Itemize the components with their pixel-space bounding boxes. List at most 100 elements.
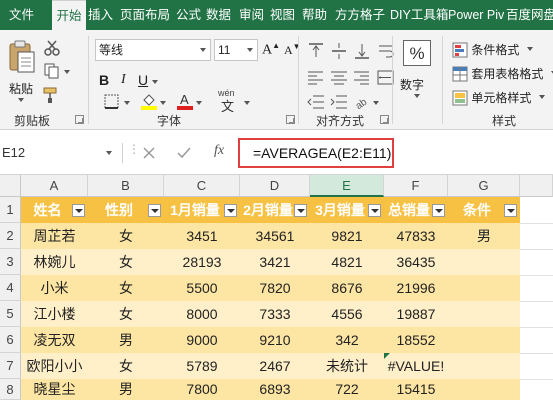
- table-cell[interactable]: 8676: [310, 275, 384, 301]
- decrease-indent-icon[interactable]: [307, 94, 325, 110]
- align-right-icon[interactable]: [353, 70, 371, 86]
- formula-input[interactable]: =AVERAGEA(E2:E11): [253, 143, 391, 163]
- table-cell[interactable]: [448, 275, 520, 301]
- column-header-f[interactable]: F: [384, 175, 448, 197]
- column-header-b[interactable]: B: [88, 175, 164, 197]
- formula-bar-grip[interactable]: ⋮: [128, 143, 140, 155]
- alignment-dialog-launcher[interactable]: [380, 115, 389, 124]
- table-cell[interactable]: 5789: [164, 353, 240, 379]
- tab-insert[interactable]: 插入: [88, 0, 113, 30]
- column-header-e[interactable]: E: [310, 175, 384, 197]
- row-header-7[interactable]: 7: [0, 353, 21, 379]
- conditional-formatting-button[interactable]: 条件格式: [452, 39, 533, 59]
- fill-color-icon[interactable]: [140, 92, 158, 110]
- number-format-button[interactable]: % 数字: [397, 38, 437, 104]
- font-color-dropdown-icon[interactable]: [196, 101, 202, 105]
- table-cell[interactable]: 722: [310, 379, 384, 400]
- table-cell[interactable]: 男: [448, 223, 520, 249]
- orientation-dropdown-icon[interactable]: [373, 101, 379, 105]
- middle-align-icon[interactable]: [330, 42, 348, 60]
- row-header-2[interactable]: 2: [0, 223, 21, 249]
- table-cell[interactable]: 9210: [240, 327, 310, 353]
- error-indicator-icon[interactable]: [384, 353, 390, 359]
- table-cell[interactable]: 7333: [240, 301, 310, 327]
- tab-help[interactable]: 帮助: [302, 0, 327, 30]
- tab-power-pivot[interactable]: Power Pivot: [448, 0, 504, 30]
- tab-fangfang-gezi[interactable]: 方方格子: [335, 0, 385, 30]
- table-cell[interactable]: 3421: [240, 249, 310, 275]
- tab-diy-toolbox[interactable]: DIY工具箱: [390, 0, 448, 30]
- cell-styles-button[interactable]: 单元格样式: [452, 87, 545, 107]
- underline-icon[interactable]: U: [138, 72, 148, 88]
- table-cell[interactable]: [448, 353, 520, 379]
- table-cell[interactable]: 8000: [164, 301, 240, 327]
- column-header-d[interactable]: D: [240, 175, 310, 197]
- table-cell[interactable]: #VALUE!: [384, 353, 448, 379]
- table-cell[interactable]: 4556: [310, 301, 384, 327]
- paste-dropdown-icon[interactable]: [18, 98, 24, 102]
- cancel-icon[interactable]: [142, 146, 156, 160]
- table-cell[interactable]: 周芷若: [21, 223, 88, 249]
- table-cell[interactable]: 小米: [21, 275, 88, 301]
- tab-view[interactable]: 视图: [270, 0, 295, 30]
- table-cell[interactable]: 5500: [164, 275, 240, 301]
- table-cell[interactable]: [448, 301, 520, 327]
- enter-icon[interactable]: [176, 146, 192, 160]
- column-header-a[interactable]: A: [21, 175, 88, 197]
- filter-dropdown-icon[interactable]: [432, 203, 445, 217]
- filter-dropdown-icon[interactable]: [294, 203, 307, 217]
- table-cell[interactable]: 男: [88, 327, 164, 353]
- row-header-5[interactable]: 5: [0, 301, 21, 327]
- row-header-4[interactable]: 4: [0, 275, 21, 301]
- tab-formulas[interactable]: 公式: [176, 0, 201, 30]
- row-header-8[interactable]: 8: [0, 379, 21, 400]
- orientation-icon[interactable]: ab: [353, 92, 371, 110]
- chevron-down-icon[interactable]: [196, 40, 210, 60]
- chevron-down-icon[interactable]: [243, 40, 257, 60]
- worksheet-grid[interactable]: A B C D E F G 1 2 3 4 5 6 7 8 姓名 性别 1月销量 2月销量 3月销量 总销量 条件 周芷若女…: [0, 175, 553, 400]
- format-painter-icon[interactable]: [43, 86, 61, 104]
- table-cell[interactable]: [448, 249, 520, 275]
- align-center-icon[interactable]: [330, 70, 348, 86]
- table-cell[interactable]: 欧阳小小: [21, 353, 88, 379]
- format-as-table-button[interactable]: 套用表格格式: [452, 63, 553, 83]
- table-cell[interactable]: 未统计: [310, 353, 384, 379]
- filter-dropdown-icon[interactable]: [148, 203, 161, 217]
- table-cell[interactable]: 9000: [164, 327, 240, 353]
- table-cell[interactable]: 3451: [164, 223, 240, 249]
- filter-dropdown-icon[interactable]: [72, 203, 85, 217]
- font-size-combo[interactable]: 11: [214, 39, 258, 61]
- table-cell[interactable]: 女: [88, 275, 164, 301]
- borders-icon[interactable]: [104, 94, 120, 110]
- table-cell[interactable]: 47833: [384, 223, 448, 249]
- table-cell[interactable]: 女: [88, 223, 164, 249]
- table-cell[interactable]: 林婉儿: [21, 249, 88, 275]
- table-cell[interactable]: 女: [88, 353, 164, 379]
- tab-baidu-netdisk[interactable]: 百度网盘: [506, 0, 553, 30]
- font-dialog-launcher[interactable]: [286, 115, 295, 124]
- phonetic-dropdown-icon[interactable]: [244, 101, 250, 105]
- tab-data[interactable]: 数据: [206, 0, 231, 30]
- copy-icon[interactable]: [44, 63, 60, 79]
- italic-icon[interactable]: I: [121, 72, 126, 88]
- table-cell[interactable]: [448, 379, 520, 400]
- top-align-icon[interactable]: [307, 42, 325, 60]
- select-all-corner[interactable]: [0, 175, 21, 197]
- table-cell[interactable]: 34561: [240, 223, 310, 249]
- table-cell[interactable]: 男: [88, 379, 164, 400]
- filter-dropdown-icon[interactable]: [504, 203, 517, 217]
- fill-color-dropdown-icon[interactable]: [160, 101, 166, 105]
- table-cell[interactable]: 21996: [384, 275, 448, 301]
- phonetic-guide-icon[interactable]: wén 文: [216, 88, 242, 114]
- table-cell[interactable]: 7820: [240, 275, 310, 301]
- table-cell[interactable]: 7800: [164, 379, 240, 400]
- table-cell[interactable]: 28193: [164, 249, 240, 275]
- paste-button[interactable]: 粘贴: [6, 38, 36, 102]
- increase-indent-icon[interactable]: [330, 94, 348, 110]
- name-box-dropdown-icon[interactable]: [106, 151, 112, 155]
- table-cell[interactable]: 晓星尘: [21, 379, 88, 400]
- table-cell[interactable]: 342: [310, 327, 384, 353]
- clipboard-dialog-launcher[interactable]: [75, 115, 84, 124]
- increase-font-size-icon[interactable]: A▲: [262, 41, 280, 59]
- table-cell[interactable]: 凌无双: [21, 327, 88, 353]
